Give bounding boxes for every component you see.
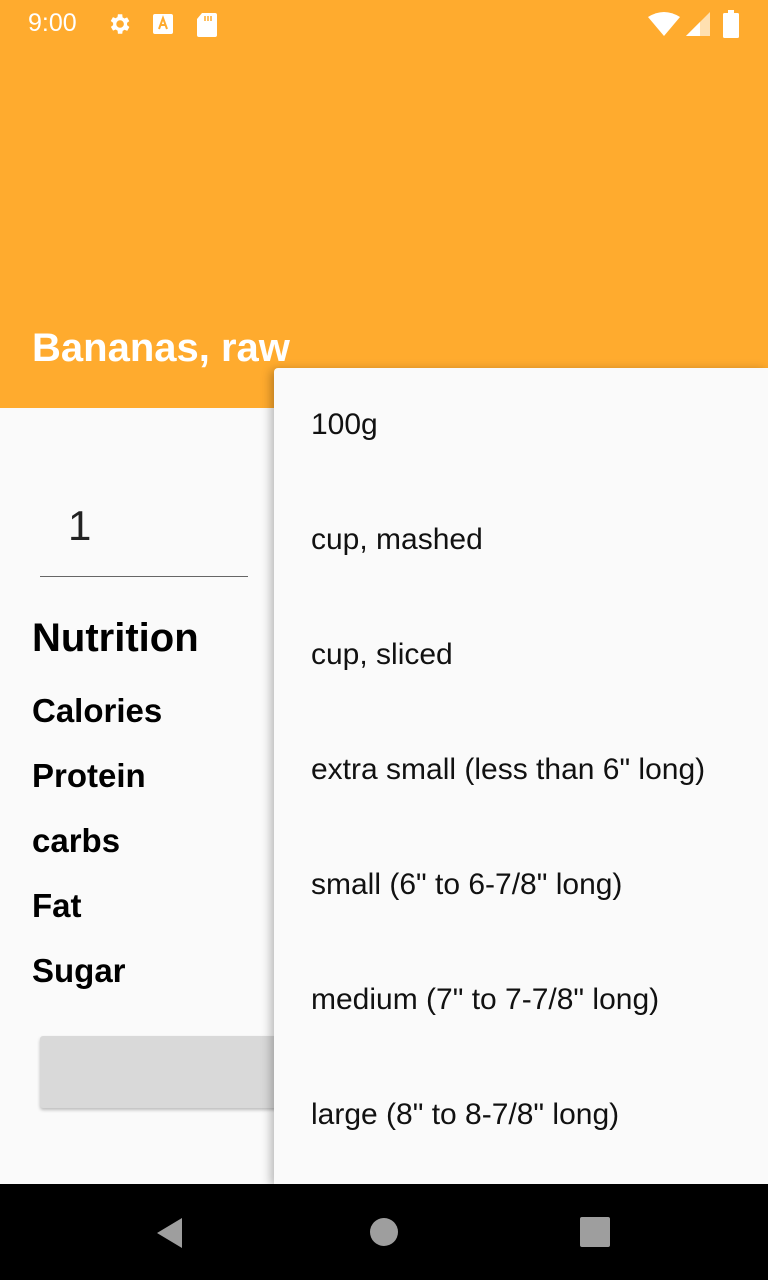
recents-icon [580,1217,610,1247]
calories-label: Calories [32,692,163,729]
gear-icon [106,11,132,42]
dropdown-option-label: cup, mashed [311,523,483,556]
sd-card-icon [196,12,218,43]
home-icon [370,1218,398,1246]
wifi-icon [648,12,680,41]
home-button[interactable] [344,1184,424,1280]
sugar-label: Sugar [32,952,126,989]
text-a-icon [152,13,174,40]
quantity-input[interactable]: 1 [40,488,248,577]
battery-icon [723,10,739,43]
dropdown-option-cup-sliced[interactable]: cup, sliced [274,598,768,713]
carbs-label: carbs [32,822,121,859]
dropdown-option-cup-mashed[interactable]: cup, mashed [274,483,768,598]
navigation-bar [0,1184,768,1280]
dropdown-option-label: medium (7" to 7-7/8" long) [311,983,660,1016]
status-bar: 9:00 [0,0,768,48]
serving-size-dropdown: 100g cup, mashed cup, sliced extra small… [274,368,768,1184]
dropdown-option-label: extra small (less than 6" long) [311,753,706,786]
quantity-value[interactable]: 1 [68,502,91,550]
app-bar: Bananas, raw [0,48,768,408]
dropdown-option-small[interactable]: small (6" to 6-7/8" long) [274,828,768,943]
recents-button[interactable] [555,1184,635,1280]
dropdown-option-label: 100g [311,408,378,441]
dropdown-option-medium[interactable]: medium (7" to 7-7/8" long) [274,943,768,1058]
page-title: Bananas, raw [32,326,290,370]
signal-icon [686,12,710,41]
dropdown-option-large[interactable]: large (8" to 8-7/8" long) [274,1058,768,1173]
back-button[interactable] [130,1184,210,1280]
status-time: 9:00 [28,9,77,37]
nutrition-heading: Nutrition [32,616,199,660]
dropdown-option-100g[interactable]: 100g [274,368,768,483]
dropdown-option-label: cup, sliced [311,638,453,671]
dropdown-option-label: small (6" to 6-7/8" long) [311,868,623,901]
fat-label: Fat [32,887,82,924]
dropdown-option-label: large (8" to 8-7/8" long) [311,1098,620,1131]
protein-label: Protein [32,757,146,794]
back-icon [157,1218,182,1248]
dropdown-option-extra-small[interactable]: extra small (less than 6" long) [274,713,768,828]
